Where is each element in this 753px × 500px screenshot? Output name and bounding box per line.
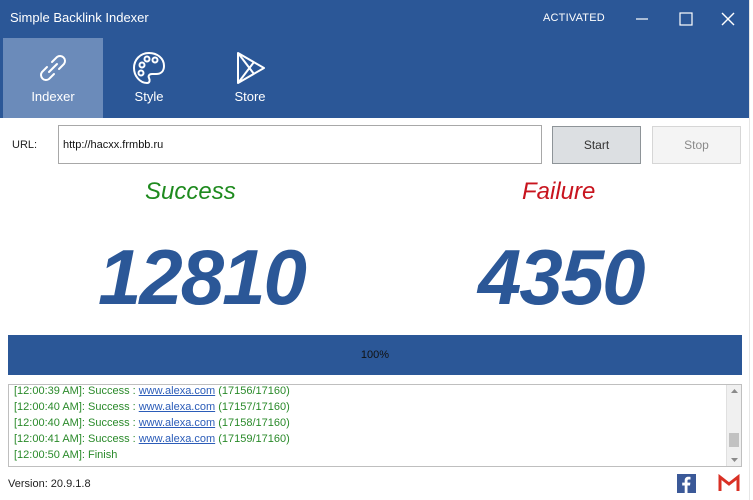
log-link[interactable]: www.alexa.com: [139, 401, 215, 413]
log-line: [12:00:39 AM]: Success : www.alexa.com (…: [14, 385, 290, 399]
tab-style-label: Style: [134, 89, 164, 104]
progress-text: 100%: [360, 349, 390, 361]
tab-indexer[interactable]: Indexer: [3, 38, 103, 118]
link-icon: [40, 55, 66, 81]
activation-status: ACTIVATED: [543, 12, 605, 24]
url-input[interactable]: [58, 125, 542, 164]
minimize-icon: [636, 18, 648, 20]
log-line: [12:00:41 AM]: Success : www.alexa.com (…: [14, 431, 290, 447]
scroll-up-icon[interactable]: [727, 385, 742, 397]
log-line-suffix: (17159/17160): [215, 433, 290, 445]
maximize-icon: [679, 12, 693, 26]
play-store-icon: [237, 52, 265, 84]
close-button[interactable]: [705, 0, 751, 38]
success-count: 12810: [98, 233, 307, 321]
log-box[interactable]: [12:00:39 AM]: Success : www.alexa.com (…: [8, 384, 742, 467]
log-link[interactable]: www.alexa.com: [139, 433, 215, 445]
close-icon: [721, 12, 735, 26]
stop-button[interactable]: Stop: [652, 126, 741, 164]
minimize-button[interactable]: [619, 0, 665, 38]
facebook-icon[interactable]: [677, 474, 696, 493]
version-label: Version: 20.9.1.8: [8, 478, 91, 490]
log-line: [12:00:50 AM]: Finish: [14, 447, 290, 463]
log-line-prefix: [12:00:41 AM]: Success :: [14, 433, 139, 445]
tab-store[interactable]: Store: [200, 38, 300, 118]
gmail-icon[interactable]: [718, 474, 740, 493]
palette-icon: [132, 51, 166, 85]
log-line-suffix: (17158/17160): [215, 417, 290, 429]
scroll-thumb[interactable]: [729, 433, 739, 447]
log-line: [12:00:40 AM]: Success : www.alexa.com (…: [14, 415, 290, 431]
log-link[interactable]: www.alexa.com: [139, 385, 215, 397]
success-label: Success: [145, 178, 236, 205]
tab-bar: Indexer Style Store: [0, 38, 749, 118]
log-line-prefix: [12:00:39 AM]: Success :: [14, 385, 139, 397]
log-link[interactable]: www.alexa.com: [139, 417, 215, 429]
maximize-button[interactable]: [663, 0, 709, 38]
failure-label: Failure: [522, 178, 596, 205]
tab-style[interactable]: Style: [99, 38, 199, 118]
title-bar[interactable]: Simple Backlink Indexer ACTIVATED: [0, 0, 749, 38]
tab-indexer-label: Indexer: [31, 89, 75, 104]
window-edge: [749, 0, 753, 500]
failure-count: 4350: [478, 233, 646, 321]
start-button[interactable]: Start: [552, 126, 641, 164]
log-line-prefix: [12:00:40 AM]: Success :: [14, 401, 139, 413]
log-lines: [12:00:39 AM]: Success : www.alexa.com (…: [14, 385, 290, 463]
log-line-suffix: (17157/17160): [215, 401, 290, 413]
log-scrollbar[interactable]: [726, 385, 741, 466]
tab-store-label: Store: [234, 89, 266, 104]
url-label: URL:: [12, 139, 38, 151]
app-title: Simple Backlink Indexer: [10, 10, 149, 25]
scroll-down-icon[interactable]: [727, 454, 742, 466]
app-window: Simple Backlink Indexer ACTIVATED Indexe…: [0, 0, 753, 500]
log-line: [12:00:40 AM]: Success : www.alexa.com (…: [14, 399, 290, 415]
progress-bar: 100%: [8, 335, 742, 375]
log-line-suffix: (17156/17160): [215, 385, 290, 397]
log-line-prefix: [12:00:50 AM]: Finish: [14, 449, 118, 461]
log-line-prefix: [12:00:40 AM]: Success :: [14, 417, 139, 429]
